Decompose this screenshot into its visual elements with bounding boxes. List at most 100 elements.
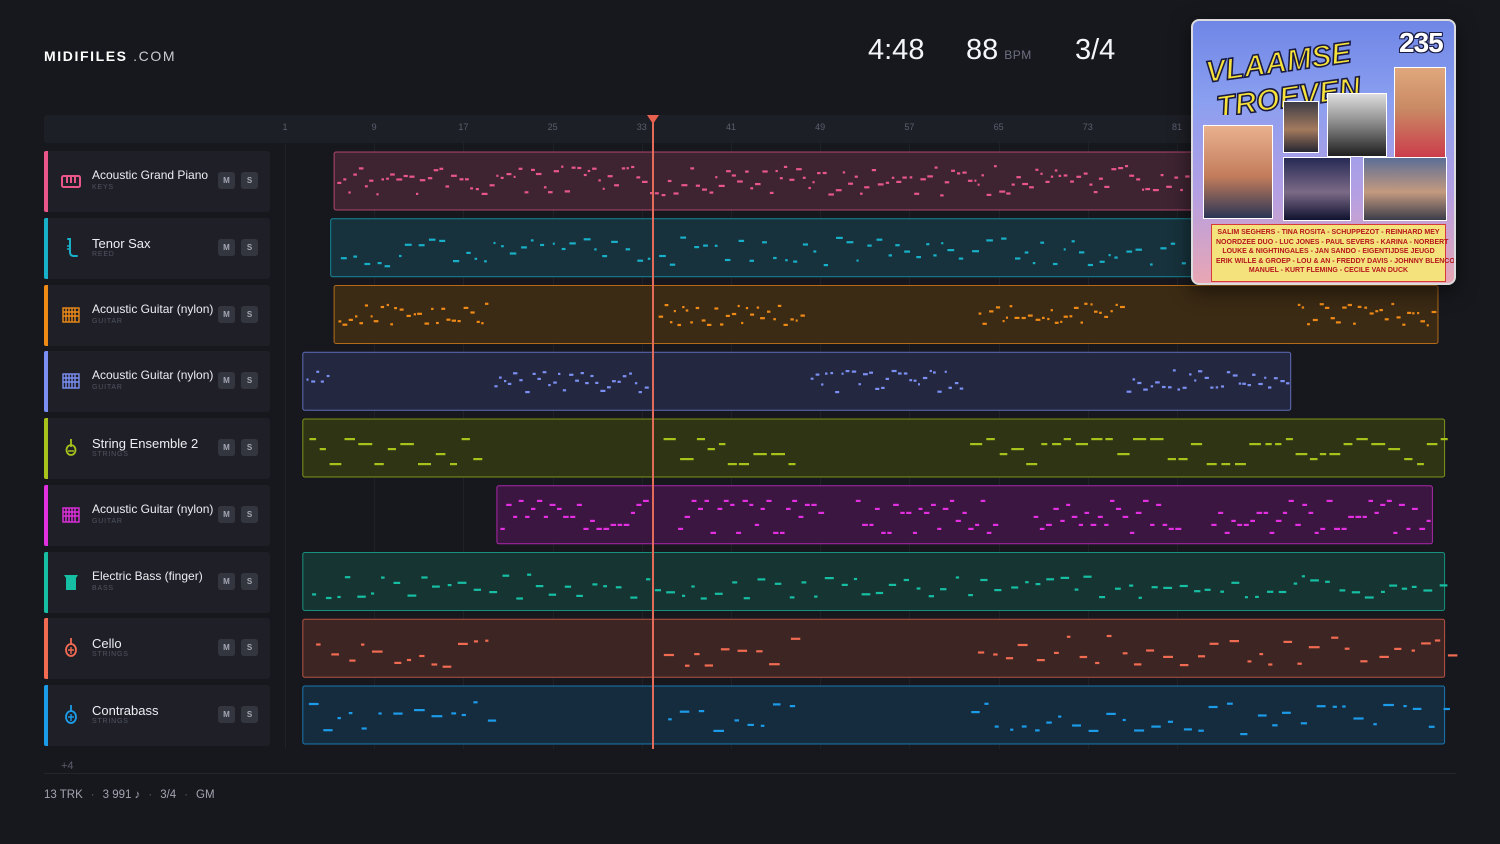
midi-note: [516, 597, 523, 600]
mute-button[interactable]: M: [218, 305, 235, 323]
mute-button[interactable]: M: [218, 439, 235, 456]
midi-note: [673, 310, 676, 313]
midi-note: [1288, 499, 1294, 502]
solo-button[interactable]: S: [241, 305, 258, 323]
midi-note: [1054, 651, 1059, 654]
solo-button[interactable]: S: [241, 238, 258, 256]
solo-button[interactable]: S: [241, 639, 258, 657]
track-header[interactable]: Acoustic Guitar (nylon) GUITAR M S: [44, 351, 270, 413]
midi-note: [918, 507, 923, 510]
midi-note: [1247, 660, 1252, 663]
solo-button[interactable]: S: [241, 372, 258, 390]
solo-button[interactable]: S: [241, 172, 258, 189]
midi-note: [1146, 649, 1155, 652]
midi-note: [1339, 589, 1346, 592]
album-artist-line: SALIM SEGHERS - TINA ROSITA - SCHUPPEZOT…: [1217, 229, 1440, 236]
midi-note: [714, 307, 719, 310]
midi-note: [1231, 519, 1236, 522]
solo-button[interactable]: S: [241, 572, 258, 590]
track-header[interactable]: Acoustic Guitar (nylon) GUITAR M S: [44, 484, 270, 546]
midi-note: [1122, 718, 1126, 722]
midi-note: [1069, 315, 1073, 318]
midi-note: [1227, 702, 1233, 705]
midi-note: [1106, 634, 1112, 638]
note-count: 3 991 ♪: [102, 789, 141, 801]
midi-note: [691, 499, 697, 502]
track-count: 13 TRK: [44, 789, 83, 801]
track-header[interactable]: Contrabass STRINGS M S: [44, 685, 270, 746]
midi-note: [942, 507, 949, 510]
midi-note: [431, 307, 434, 310]
midi-note: [1090, 523, 1097, 526]
midi-note: [531, 168, 535, 171]
playhead-marker[interactable]: [646, 115, 659, 124]
midi-note: [353, 255, 358, 258]
mute-button[interactable]: M: [218, 238, 235, 256]
mute-button[interactable]: M: [218, 572, 235, 590]
midi-note: [513, 515, 518, 518]
track-header[interactable]: Acoustic Grand Piano KEYS M S: [44, 151, 270, 212]
midi-note: [308, 702, 319, 706]
midi-note: [1132, 378, 1136, 381]
mute-button[interactable]: M: [218, 172, 235, 189]
midi-note: [846, 241, 854, 244]
mute-button[interactable]: M: [218, 505, 235, 523]
midi-note: [1106, 712, 1116, 715]
solo-button[interactable]: S: [241, 505, 258, 523]
mute-button[interactable]: M: [218, 706, 235, 723]
track-header[interactable]: Tenor Sax REED M S: [44, 217, 270, 279]
midi-note: [428, 238, 436, 241]
midi-note: [1063, 248, 1066, 251]
midi-note: [1353, 322, 1356, 325]
midi-note: [982, 322, 987, 325]
mute-button[interactable]: M: [218, 372, 235, 390]
midi-note: [463, 306, 469, 309]
midi-note: [435, 453, 446, 456]
midi-note: [1355, 515, 1362, 518]
midi-note: [1150, 438, 1164, 441]
midi-note: [553, 381, 557, 384]
midi-note: [378, 712, 382, 715]
midi-note: [760, 507, 765, 510]
midi-note: [384, 265, 391, 268]
midi-note: [812, 181, 815, 184]
midi-note: [825, 372, 828, 375]
midi-note: [364, 185, 368, 188]
midi-note: [1380, 503, 1386, 506]
midi-note: [1084, 302, 1088, 305]
track-header[interactable]: String Ensemble 2 STRINGS M S: [44, 418, 270, 479]
track-header[interactable]: Cello STRINGS M S: [44, 618, 270, 680]
midi-note: [1035, 168, 1039, 171]
solo-button[interactable]: S: [241, 706, 258, 723]
midi-note: [636, 503, 642, 506]
midi-note: [638, 391, 642, 394]
midi-region: [302, 685, 1446, 745]
playhead[interactable]: [651, 115, 654, 749]
midi-note: [571, 166, 576, 169]
midi-note: [494, 385, 498, 388]
midi-note: [631, 165, 635, 169]
midi-note: [348, 712, 353, 715]
midi-note: [940, 194, 944, 197]
solo-button[interactable]: S: [241, 439, 258, 456]
midi-note: [1221, 463, 1231, 466]
midi-note: [704, 499, 709, 502]
midi-note: [1238, 382, 1242, 385]
midi-note: [1204, 376, 1209, 379]
midi-note: [1036, 659, 1045, 662]
midi-note: [718, 184, 725, 187]
midi-note: [394, 307, 397, 310]
midi-note: [1252, 373, 1256, 376]
midi-note: [800, 314, 805, 317]
track-header[interactable]: Electric Bass (finger) BASS M S: [44, 551, 270, 613]
mute-button[interactable]: M: [218, 639, 235, 657]
midi-note: [414, 709, 425, 712]
midi-note: [521, 246, 527, 249]
midi-note: [451, 712, 457, 715]
midi-note: [453, 260, 460, 263]
more-tracks-label[interactable]: +4: [61, 760, 74, 772]
track-header[interactable]: Acoustic Guitar (nylon) GUITAR M S: [44, 284, 270, 346]
midi-note: [436, 321, 439, 325]
midi-note: [871, 169, 877, 172]
midi-note: [506, 503, 512, 506]
